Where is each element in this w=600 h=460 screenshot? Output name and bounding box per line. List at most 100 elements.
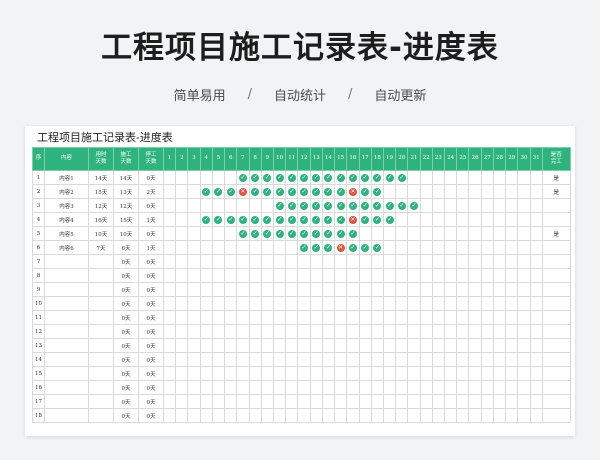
cell-day-5[interactable] bbox=[211, 324, 226, 339]
cell-day-19[interactable] bbox=[382, 226, 397, 241]
cell-day-6[interactable] bbox=[224, 310, 238, 325]
cell-day-28[interactable] bbox=[492, 394, 507, 409]
cell-day-6[interactable] bbox=[224, 394, 238, 409]
cell-day-4[interactable] bbox=[199, 268, 213, 283]
cell-day-28[interactable] bbox=[492, 198, 507, 213]
cell-day-20[interactable] bbox=[395, 282, 409, 297]
cell-day-31[interactable] bbox=[529, 226, 543, 241]
cell-day-31[interactable] bbox=[529, 338, 543, 353]
cell-day-3[interactable] bbox=[187, 226, 201, 241]
cell-day-28[interactable] bbox=[492, 282, 507, 297]
cell-day-29[interactable] bbox=[505, 226, 519, 241]
cell-completed[interactable]: 是 bbox=[541, 184, 571, 199]
cell-day-4[interactable]: ✓ bbox=[199, 212, 213, 227]
cell-day-11[interactable] bbox=[285, 380, 299, 395]
cell-planned-days[interactable] bbox=[88, 296, 114, 311]
cell-day-23[interactable] bbox=[431, 198, 446, 213]
cell-day-21[interactable] bbox=[407, 408, 421, 423]
cell-day-6[interactable] bbox=[224, 254, 238, 269]
cell-day-18[interactable]: ✓ bbox=[370, 212, 384, 227]
cell-day-11[interactable]: ✓ bbox=[285, 226, 299, 241]
cell-day-8[interactable] bbox=[248, 268, 262, 283]
cell-seq[interactable]: 6 bbox=[32, 240, 45, 255]
cell-day-2[interactable] bbox=[175, 310, 189, 325]
cell-day-15[interactable] bbox=[334, 352, 348, 367]
cell-day-5[interactable] bbox=[211, 352, 226, 367]
cell-day-10[interactable]: ✓ bbox=[272, 226, 287, 241]
cell-day-21[interactable] bbox=[407, 394, 421, 409]
cell-day-19[interactable] bbox=[382, 184, 397, 199]
cell-day-30[interactable] bbox=[517, 282, 531, 297]
cell-day-4[interactable] bbox=[199, 226, 213, 241]
cell-day-30[interactable] bbox=[517, 240, 531, 255]
cell-day-31[interactable] bbox=[529, 170, 543, 185]
cell-seq[interactable]: 8 bbox=[32, 268, 45, 283]
cell-day-13[interactable]: ✓ bbox=[309, 170, 323, 185]
cell-planned-days[interactable] bbox=[88, 380, 114, 395]
cell-planned-days[interactable] bbox=[88, 394, 114, 409]
cell-planned-days[interactable] bbox=[88, 268, 114, 283]
cell-day-6[interactable] bbox=[224, 380, 238, 395]
cell-day-27[interactable] bbox=[480, 254, 494, 269]
cell-day-7[interactable] bbox=[236, 352, 250, 367]
cell-worked-days[interactable]: 6天 bbox=[113, 240, 139, 255]
cell-seq[interactable]: 9 bbox=[32, 282, 45, 297]
cell-day-23[interactable] bbox=[431, 366, 446, 381]
cell-day-1[interactable] bbox=[162, 282, 177, 297]
cell-day-17[interactable] bbox=[358, 366, 372, 381]
cell-day-13[interactable] bbox=[309, 268, 323, 283]
cell-stopped-days[interactable]: 2天 bbox=[138, 184, 164, 199]
cell-day-9[interactable] bbox=[260, 352, 274, 367]
cell-day-23[interactable] bbox=[431, 310, 446, 325]
cell-day-3[interactable] bbox=[187, 268, 201, 283]
cell-day-30[interactable] bbox=[517, 380, 531, 395]
cell-content[interactable]: 内容1 bbox=[44, 170, 89, 185]
cell-day-29[interactable] bbox=[505, 184, 519, 199]
cell-day-9[interactable] bbox=[260, 408, 274, 423]
cell-day-24[interactable] bbox=[444, 338, 458, 353]
cell-day-11[interactable] bbox=[285, 240, 299, 255]
cell-day-10[interactable]: ✓ bbox=[272, 198, 287, 213]
cell-day-10[interactable] bbox=[272, 268, 287, 283]
cell-day-8[interactable] bbox=[248, 338, 262, 353]
cell-day-15[interactable]: ✓ bbox=[334, 212, 348, 227]
cell-day-16[interactable] bbox=[346, 408, 360, 423]
cell-day-9[interactable]: ✓ bbox=[260, 212, 274, 227]
cell-day-27[interactable] bbox=[480, 212, 494, 227]
cell-day-20[interactable] bbox=[395, 366, 409, 381]
cell-day-31[interactable] bbox=[529, 282, 543, 297]
cell-day-29[interactable] bbox=[505, 352, 519, 367]
cell-day-5[interactable] bbox=[211, 268, 226, 283]
cell-worked-days[interactable]: 0天 bbox=[113, 282, 139, 297]
cell-day-7[interactable] bbox=[236, 198, 250, 213]
cell-day-22[interactable] bbox=[419, 380, 433, 395]
cell-day-14[interactable]: ✓ bbox=[321, 198, 336, 213]
cell-content[interactable]: 内容3 bbox=[44, 198, 89, 213]
cell-day-2[interactable] bbox=[175, 366, 189, 381]
cell-stopped-days[interactable]: 0天 bbox=[138, 254, 164, 269]
cell-completed[interactable]: 是 bbox=[541, 226, 571, 241]
cell-completed[interactable] bbox=[541, 366, 571, 381]
cell-day-1[interactable] bbox=[162, 380, 177, 395]
cell-planned-days[interactable]: 10天 bbox=[88, 226, 114, 241]
cell-day-18[interactable] bbox=[370, 352, 384, 367]
cell-day-5[interactable] bbox=[211, 408, 226, 423]
cell-day-22[interactable] bbox=[419, 226, 433, 241]
cell-day-24[interactable] bbox=[444, 380, 458, 395]
cell-day-20[interactable]: ✓ bbox=[395, 198, 409, 213]
cell-day-17[interactable] bbox=[358, 338, 372, 353]
cell-content[interactable] bbox=[44, 296, 89, 311]
cell-day-25[interactable] bbox=[456, 254, 470, 269]
cell-day-26[interactable] bbox=[468, 212, 482, 227]
cell-day-29[interactable] bbox=[505, 380, 519, 395]
cell-day-8[interactable]: ✓ bbox=[248, 226, 262, 241]
cell-day-13[interactable] bbox=[309, 254, 323, 269]
cell-day-10[interactable]: ✓ bbox=[272, 184, 287, 199]
cell-day-7[interactable] bbox=[236, 324, 250, 339]
cell-day-5[interactable] bbox=[211, 254, 226, 269]
cell-day-20[interactable] bbox=[395, 338, 409, 353]
cell-day-4[interactable] bbox=[199, 324, 213, 339]
cell-day-25[interactable] bbox=[456, 184, 470, 199]
cell-day-1[interactable] bbox=[162, 408, 177, 423]
cell-day-8[interactable] bbox=[248, 240, 262, 255]
